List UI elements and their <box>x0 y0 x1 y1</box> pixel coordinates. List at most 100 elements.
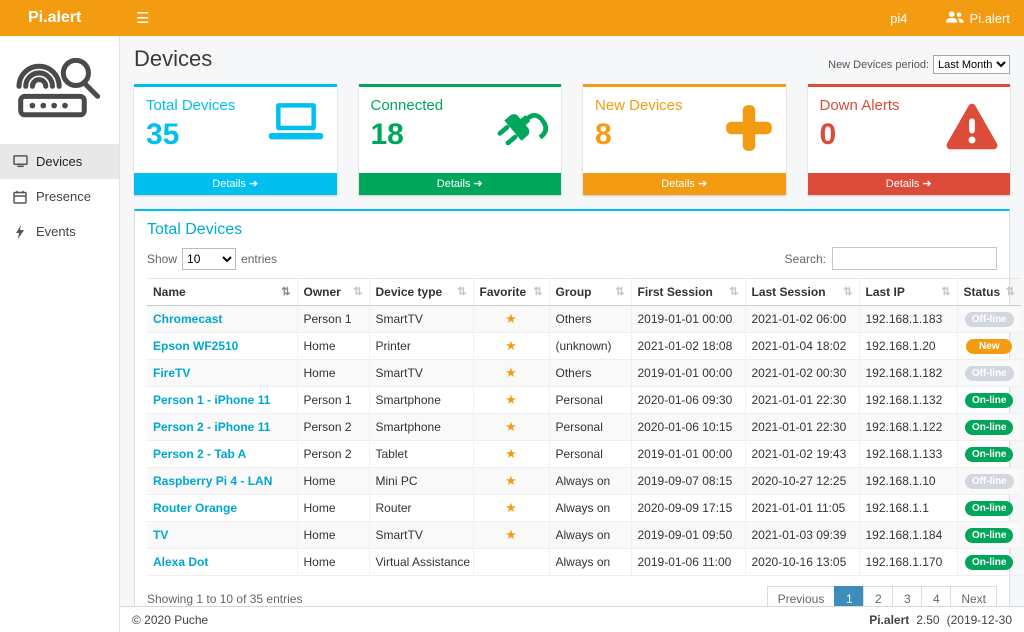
column-header-first-session[interactable]: First Session⇅ <box>631 279 745 306</box>
column-header-name[interactable]: Name⇅ <box>147 279 297 306</box>
pagination-page-2[interactable]: 2 <box>863 586 893 606</box>
sort-icon: ⇅ <box>457 285 466 298</box>
first-session-cell: 2019-01-01 00:00 <box>631 360 745 387</box>
column-header-owner[interactable]: Owner⇅ <box>297 279 369 306</box>
device-name-link[interactable]: TV <box>153 528 168 542</box>
pagination-previous-button[interactable]: Previous <box>767 586 836 606</box>
favorite-star-icon: ★ <box>505 500 517 515</box>
device-name-link[interactable]: Router Orange <box>153 501 237 515</box>
sidebar: Devices Presence <box>0 36 120 632</box>
sidebar-toggle-icon[interactable]: ☰ <box>120 9 165 27</box>
footer-version: 2.50 <box>916 613 939 627</box>
pagination-page-4[interactable]: 4 <box>921 586 951 606</box>
favorite-star-icon: ★ <box>505 419 517 434</box>
last-session-cell: 2020-10-16 13:05 <box>745 549 859 576</box>
favorite-star-icon: ★ <box>505 473 517 488</box>
last-ip-cell: 192.168.1.10 <box>859 468 957 495</box>
down-alerts-card: Down Alerts 0 Details ➔ <box>808 84 1011 195</box>
last-ip-cell: 192.168.1.132 <box>859 387 957 414</box>
new-devices-card: New Devices 8 Details ➔ <box>583 84 786 195</box>
table-row: Person 2 - Tab A Person 2 Tablet ★ Perso… <box>147 441 1021 468</box>
page-length-select[interactable]: 10 <box>182 248 236 270</box>
owner-cell: Home <box>297 522 369 549</box>
device-name-link[interactable]: Raspberry Pi 4 - LAN <box>153 474 272 488</box>
connected-card: Connected 18 <box>359 84 562 195</box>
user-label: Pi.alert <box>970 11 1010 26</box>
last-ip-cell: 192.168.1.133 <box>859 441 957 468</box>
last-session-cell: 2021-01-01 22:30 <box>745 414 859 441</box>
device-name-link[interactable]: Epson WF2510 <box>153 339 238 353</box>
last-session-cell: 2021-01-02 00:30 <box>745 360 859 387</box>
details-button[interactable]: Details ➔ <box>808 173 1011 195</box>
column-header-device-type[interactable]: Device type⇅ <box>369 279 473 306</box>
column-header-status[interactable]: Status⇅ <box>957 279 1021 306</box>
last-session-cell: 2021-01-01 11:05 <box>745 495 859 522</box>
user-menu[interactable]: Pi.alert <box>946 10 1010 27</box>
pagination-next-button[interactable]: Next <box>950 586 997 606</box>
pagination-page-3[interactable]: 3 <box>892 586 922 606</box>
sort-icon: ⇅ <box>729 285 738 298</box>
footer-date: (2019-12-30 <box>947 613 1012 627</box>
first-session-cell: 2019-01-01 00:00 <box>631 441 745 468</box>
device-name-link[interactable]: Person 2 - Tab A <box>153 447 246 461</box>
favorite-star-icon: ★ <box>505 365 517 380</box>
details-button[interactable]: Details ➔ <box>134 173 337 195</box>
device-name-link[interactable]: FireTV <box>153 366 190 380</box>
sidebar-item-devices[interactable]: Devices <box>0 144 119 179</box>
users-icon <box>946 10 964 27</box>
device-type-cell: Printer <box>369 333 473 360</box>
device-type-cell: SmartTV <box>369 360 473 387</box>
page-footer: © 2020 Puche Pi.alert 2.50 (2019-12-30 <box>120 606 1024 632</box>
device-name-link[interactable]: Alexa Dot <box>153 555 208 569</box>
status-badge: On-line <box>965 420 1013 435</box>
group-cell: Personal <box>549 387 631 414</box>
search-label: Search: <box>785 252 826 266</box>
main-content: Devices New Devices period: Last Month T… <box>120 36 1024 606</box>
pagination-page-1[interactable]: 1 <box>834 586 864 606</box>
table-summary: Showing 1 to 10 of 35 entries <box>147 592 302 606</box>
sidebar-item-label: Presence <box>36 189 91 204</box>
sidebar-item-events[interactable]: Events <box>0 214 119 249</box>
details-button[interactable]: Details ➔ <box>583 173 786 195</box>
owner-cell: Person 1 <box>297 387 369 414</box>
first-session-cell: 2019-09-01 09:50 <box>631 522 745 549</box>
laptop-icon <box>12 155 28 168</box>
device-name-link[interactable]: Chromecast <box>153 312 222 326</box>
plus-icon <box>724 103 774 158</box>
last-ip-cell: 192.168.1.183 <box>859 306 957 333</box>
search-input[interactable] <box>832 247 997 270</box>
device-type-cell: SmartTV <box>369 522 473 549</box>
brand-logo[interactable]: Pi.alert <box>0 9 120 27</box>
owner-cell: Home <box>297 468 369 495</box>
table-row: Chromecast Person 1 SmartTV ★ Others 201… <box>147 306 1021 333</box>
owner-cell: Person 2 <box>297 441 369 468</box>
last-ip-cell: 192.168.1.122 <box>859 414 957 441</box>
device-name-link[interactable]: Person 2 - iPhone 11 <box>153 420 270 434</box>
group-cell: Always on <box>549 468 631 495</box>
column-header-group[interactable]: Group⇅ <box>549 279 631 306</box>
sidebar-item-presence[interactable]: Presence <box>0 179 119 214</box>
group-cell: Always on <box>549 549 631 576</box>
last-session-cell: 2021-01-02 19:43 <box>745 441 859 468</box>
device-type-cell: Tablet <box>369 441 473 468</box>
last-ip-cell: 192.168.1.184 <box>859 522 957 549</box>
panel-title: Total Devices <box>147 221 997 239</box>
device-name-link[interactable]: Person 1 - iPhone 11 <box>153 393 270 407</box>
column-header-favorite[interactable]: Favorite⇅ <box>473 279 549 306</box>
column-header-last-session[interactable]: Last Session⇅ <box>745 279 859 306</box>
status-badge: On-line <box>965 555 1013 570</box>
owner-cell: Home <box>297 549 369 576</box>
page-title: Devices <box>134 46 212 72</box>
last-session-cell: 2021-01-03 09:39 <box>745 522 859 549</box>
new-devices-period-select[interactable]: Last Month <box>933 55 1010 74</box>
details-button[interactable]: Details ➔ <box>359 173 562 195</box>
table-row: FireTV Home SmartTV ★ Others 2019-01-01 … <box>147 360 1021 387</box>
column-header-last-ip[interactable]: Last IP⇅ <box>859 279 957 306</box>
sort-icon: ⇅ <box>615 285 624 298</box>
show-label: Show <box>147 252 177 266</box>
favorite-star-icon: ★ <box>505 392 517 407</box>
status-badge: On-line <box>965 447 1013 462</box>
topbar-right: pi4 Pi.alert <box>890 10 1024 27</box>
group-cell: Personal <box>549 414 631 441</box>
favorite-star-icon: ★ <box>505 311 517 326</box>
